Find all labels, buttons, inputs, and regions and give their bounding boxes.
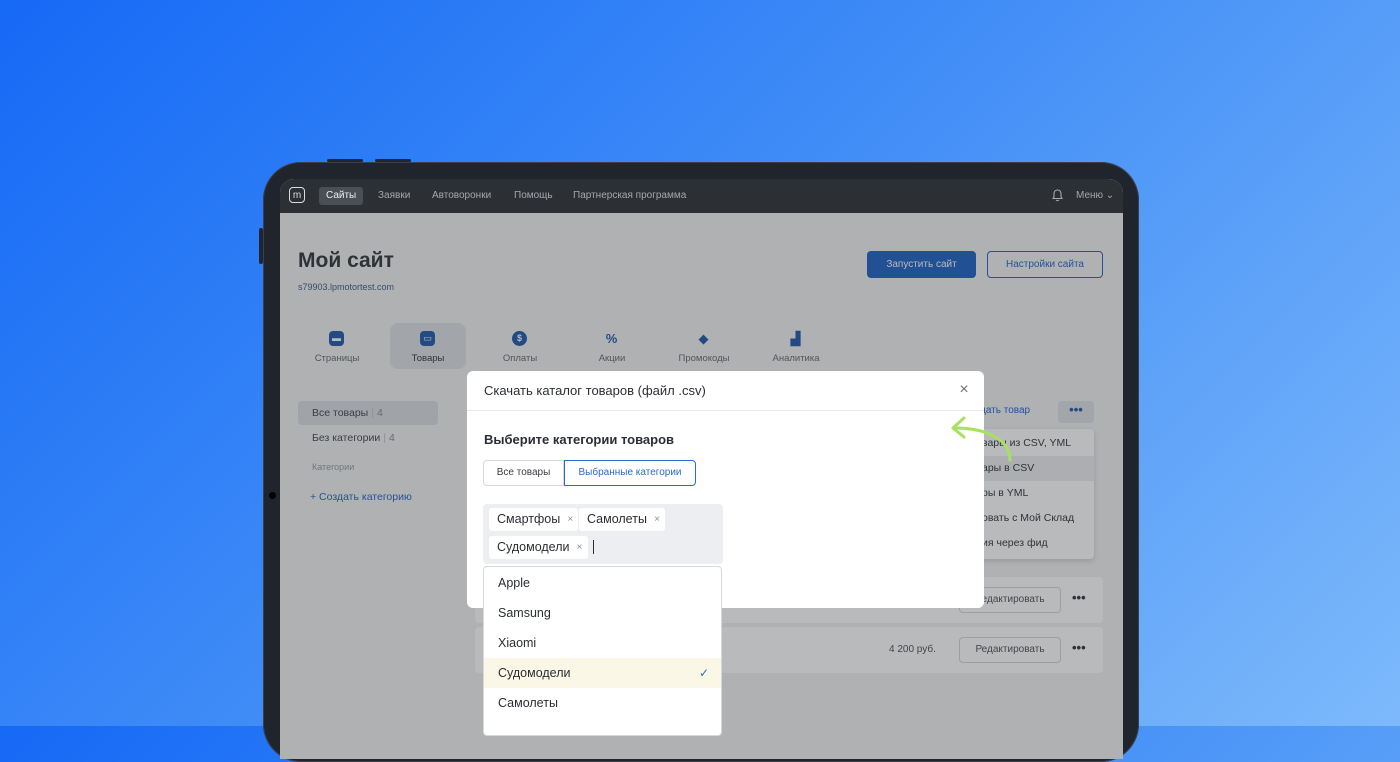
category-multiselect[interactable]: Смартфоы × Самолеты × Судомодели ×: [483, 504, 723, 564]
option-samsung[interactable]: Samsung: [484, 598, 721, 628]
option-apple[interactable]: Apple: [484, 568, 721, 598]
top-nav-bar: m Сайты Заявки Автоворонки Помощь Партне…: [280, 179, 1123, 213]
nav-item-sites[interactable]: Сайты: [319, 187, 364, 205]
nav-item-funnels[interactable]: Автоворонки: [425, 187, 498, 205]
remove-tag-icon[interactable]: ×: [654, 508, 660, 531]
selected-tag: Судомодели ×: [489, 536, 588, 559]
tag-label: Судомодели: [497, 540, 570, 554]
nav-item-partner[interactable]: Партнерская программа: [566, 187, 693, 205]
modal-header: Скачать каталог товаров (файл .csv) ×: [467, 371, 984, 411]
bell-icon[interactable]: [1052, 189, 1063, 202]
tag-label: Самолеты: [587, 512, 647, 526]
selected-tag: Самолеты ×: [579, 508, 665, 531]
modal-title: Скачать каталог товаров (файл .csv): [484, 383, 706, 398]
option-ship-models[interactable]: Судомодели ✓: [484, 658, 721, 688]
menu-dropdown[interactable]: Меню ⌄: [1076, 187, 1114, 205]
option-label: Судомодели: [498, 666, 571, 680]
selected-categories-toggle[interactable]: Выбранные категории: [564, 460, 696, 486]
option-xiaomi[interactable]: Xiaomi: [484, 628, 721, 658]
text-cursor: [593, 540, 594, 554]
all-products-toggle[interactable]: Все товары: [483, 460, 564, 486]
annotation-arrow-icon: [951, 416, 1012, 462]
selected-tag: Смартфоы ×: [489, 508, 579, 531]
remove-tag-icon[interactable]: ×: [577, 536, 583, 559]
close-icon[interactable]: ×: [955, 381, 973, 399]
app-logo-icon[interactable]: m: [289, 187, 305, 203]
camera-dot: [269, 492, 276, 499]
checkmark-icon: ✓: [698, 666, 709, 680]
tag-label: Смартфоы: [497, 512, 561, 526]
remove-tag-icon[interactable]: ×: [567, 508, 573, 531]
section-title: Выберите категории товаров: [484, 432, 675, 447]
nav-item-requests[interactable]: Заявки: [371, 187, 417, 205]
category-options-list: Apple Samsung Xiaomi Судомодели ✓ Самоле…: [483, 566, 722, 736]
nav-item-help[interactable]: Помощь: [507, 187, 560, 205]
option-airplanes[interactable]: Самолеты: [484, 688, 721, 718]
